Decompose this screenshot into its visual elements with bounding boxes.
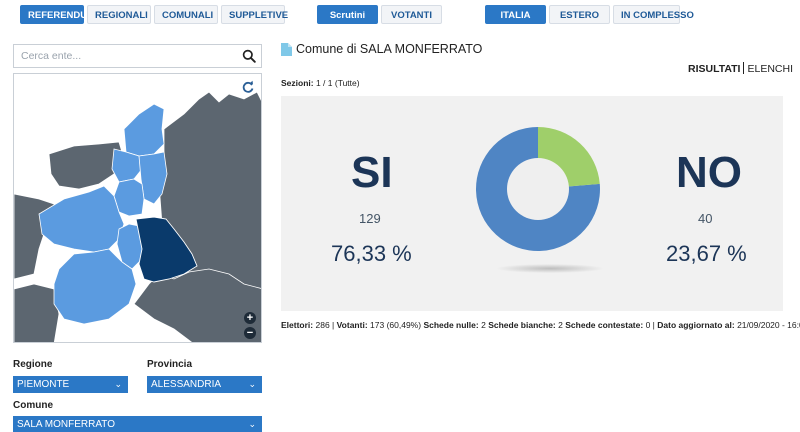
donut-shadow (497, 264, 603, 273)
document-icon (281, 43, 292, 56)
map-panel: + − (13, 73, 262, 343)
elettori-value: 286 | (315, 320, 335, 330)
sezioni-value: 1 / 1 (Tutte) (315, 78, 360, 88)
tab-comunali[interactable]: COMUNALI (154, 5, 218, 24)
search-icon[interactable] (242, 49, 256, 63)
search-box (13, 44, 262, 68)
regione-label: Regione (13, 359, 53, 370)
votanti-value: 173 (60,49%) (370, 320, 422, 330)
results-panel: SI 129 76,33 % NO 40 23,67 % (281, 96, 783, 311)
bianche-label: Schede bianche: (488, 320, 556, 330)
sezioni-label: Sezioni: (281, 78, 314, 88)
tab-estero[interactable]: ESTERO (549, 5, 610, 24)
aggiornato-label: Dato aggiornato al: (657, 320, 735, 330)
search-input[interactable] (14, 45, 229, 67)
no-percent: 23,67 % (666, 241, 747, 266)
nav-divider (743, 62, 745, 74)
map-province-torino[interactable] (38, 185, 125, 253)
area-tabs: ITALIA ESTERO IN COMPLESSO (485, 5, 694, 24)
tab-regionali[interactable]: REGIONALI (87, 5, 151, 24)
tab-in-complesso[interactable]: IN COMPLESSO (613, 5, 694, 24)
provincia-select[interactable]: ALESSANDRIA ⌄ (147, 376, 262, 393)
chevron-down-icon: ⌄ (114, 379, 122, 389)
data-view-tabs: Scrutini VOTANTI (317, 5, 442, 24)
tab-votanti[interactable]: VOTANTI (381, 5, 442, 24)
tab-scrutini[interactable]: Scrutini (317, 5, 378, 24)
provincia-label: Provincia (147, 359, 193, 370)
regione-value: PIEMONTE (17, 379, 70, 390)
chevron-down-icon: ⌄ (248, 419, 256, 429)
regione-select[interactable]: PIEMONTE ⌄ (13, 376, 128, 393)
aggiornato-value: 21/09/2020 - 16:04 (737, 320, 800, 330)
result-donut-chart (475, 127, 600, 251)
bianche-value: 2 (558, 320, 563, 330)
si-count: 129 (359, 211, 381, 226)
zoom-in-button[interactable]: + (244, 312, 256, 324)
nulle-value: 2 (481, 320, 486, 330)
comune-value: SALA MONFERRATO (17, 419, 115, 430)
votanti-label: Votanti: (336, 320, 368, 330)
chevron-down-icon: ⌄ (248, 379, 256, 389)
map-region-sud[interactable] (14, 283, 60, 343)
region-map (14, 91, 261, 343)
elettori-label: Elettori: (281, 320, 314, 330)
nulle-label: Schede nulle: (423, 320, 479, 330)
comune-label: Comune (13, 400, 53, 411)
comune-select[interactable]: SALA MONFERRATO ⌄ (13, 416, 262, 432)
result-view-nav: RISULTATI ELENCHI (688, 62, 793, 75)
zoom-out-button[interactable]: − (244, 327, 256, 339)
si-label: SI (351, 148, 393, 197)
tab-italia[interactable]: ITALIA (485, 5, 546, 24)
election-type-tabs: REFERENDUM REGIONALI COMUNALI SUPPLETIVE (20, 5, 288, 24)
stats-footer: Elettori: 286 | Votanti: 173 (60,49%) Sc… (281, 320, 800, 330)
page-title: Comune di SALA MONFERRATO (296, 42, 483, 56)
nav-elenchi[interactable]: ELENCHI (747, 63, 793, 75)
provincia-value: ALESSANDRIA (151, 379, 222, 390)
donut-hole (507, 158, 569, 220)
tab-referendum[interactable]: REFERENDUM (20, 5, 95, 24)
refresh-icon[interactable] (241, 80, 255, 94)
no-count: 40 (698, 211, 713, 226)
map-province-vco[interactable] (123, 103, 165, 157)
nav-risultati[interactable]: RISULTATI (688, 63, 741, 75)
contestate-value: 0 | (645, 320, 655, 330)
tab-suppletive[interactable]: SUPPLETIVE (221, 5, 288, 24)
no-label: NO (676, 148, 742, 197)
sezioni-info: Sezioni: 1 / 1 (Tutte) (281, 78, 360, 88)
contestate-label: Schede contestate: (565, 320, 644, 330)
si-percent: 76,33 % (331, 241, 412, 266)
